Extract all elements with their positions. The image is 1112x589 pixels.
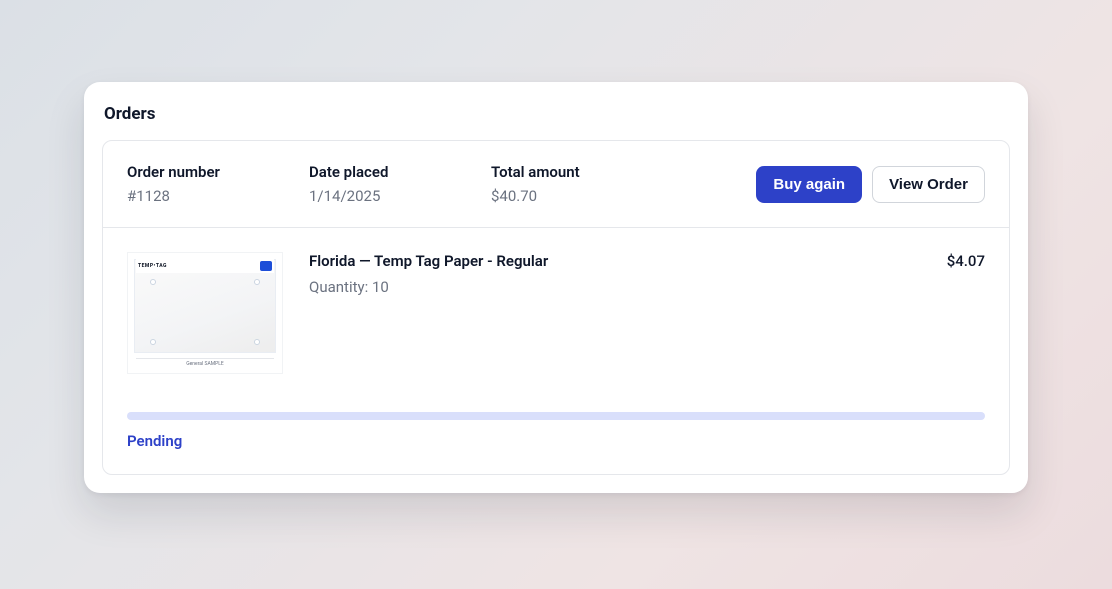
- thumbnail-brand: TEMP•TAG: [138, 263, 167, 269]
- order-body: TEMP•TAG General SAMPLE Florida — Temp T…: [103, 228, 1009, 474]
- orders-card: Orders Order number #1128 Date placed 1/…: [84, 82, 1028, 493]
- punch-hole-icon: [254, 339, 260, 345]
- punch-hole-icon: [254, 279, 260, 285]
- order-number: Order number #1128: [127, 163, 237, 205]
- product-price: $4.07: [947, 252, 985, 296]
- date-placed: Date placed 1/14/2025: [309, 163, 419, 205]
- total-amount-value: $40.70: [491, 187, 601, 205]
- product-quantity: Quantity: 10: [309, 278, 548, 296]
- order: Order number #1128 Date placed 1/14/2025…: [102, 140, 1010, 475]
- punch-hole-icon: [150, 339, 156, 345]
- product-thumbnail: TEMP•TAG General SAMPLE: [127, 252, 283, 374]
- punch-hole-icon: [150, 279, 156, 285]
- line-item-main: Florida — Temp Tag Paper - Regular Quant…: [309, 252, 985, 296]
- page-title: Orders: [104, 104, 1010, 124]
- line-item-info: Florida — Temp Tag Paper - Regular Quant…: [309, 252, 548, 296]
- thumbnail-footer: General SAMPLE: [136, 358, 274, 367]
- total-amount: Total amount $40.70: [491, 163, 601, 205]
- order-number-label: Order number: [127, 163, 237, 181]
- total-amount-label: Total amount: [491, 163, 601, 181]
- order-status: Pending: [127, 432, 985, 450]
- thumbnail-logo-icon: [260, 261, 272, 271]
- date-placed-value: 1/14/2025: [309, 187, 419, 205]
- progress-bar: [127, 412, 985, 420]
- date-placed-label: Date placed: [309, 163, 419, 181]
- view-order-button[interactable]: View Order: [872, 166, 985, 203]
- order-number-value: #1128: [127, 187, 237, 205]
- order-actions: Buy again View Order: [756, 166, 985, 203]
- buy-again-button[interactable]: Buy again: [756, 166, 862, 203]
- thumbnail-header: TEMP•TAG: [136, 259, 274, 273]
- line-item: TEMP•TAG General SAMPLE Florida — Temp T…: [127, 252, 985, 374]
- order-meta: Order number #1128 Date placed 1/14/2025…: [127, 163, 736, 205]
- order-header: Order number #1128 Date placed 1/14/2025…: [103, 141, 1009, 227]
- product-name: Florida — Temp Tag Paper - Regular: [309, 252, 548, 270]
